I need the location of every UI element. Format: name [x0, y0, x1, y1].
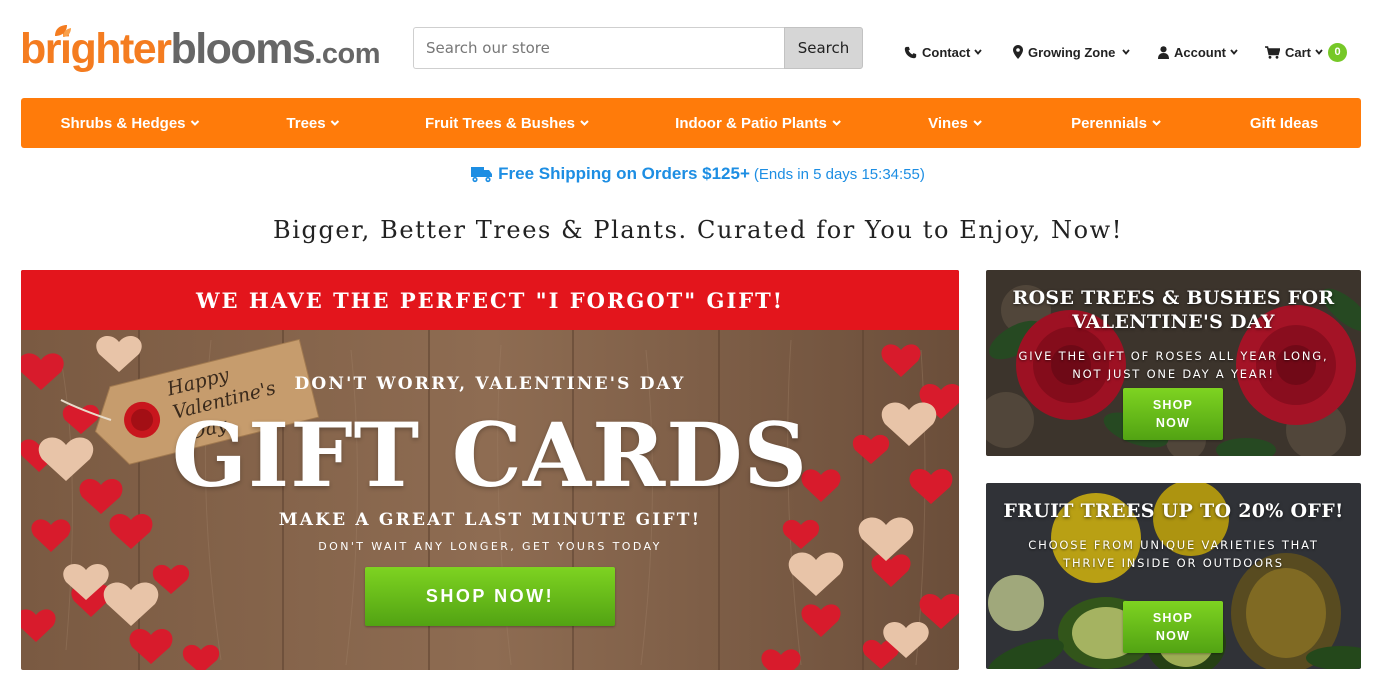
nav-item-label: Trees: [286, 114, 326, 132]
chevron-down-icon: [1230, 49, 1238, 55]
nav-item-vines[interactable]: Vines: [928, 98, 982, 148]
button-line1: SHOP: [1152, 398, 1194, 412]
nav-item-label: Fruit Trees & Bushes: [424, 114, 576, 132]
cart-link[interactable]: Cart 0: [1265, 42, 1348, 62]
chevron-down-icon: [1152, 120, 1161, 126]
roses-text-line2: NOT JUST ONE DAY A YEAR!: [1072, 367, 1275, 381]
button-line1: SHOP: [1152, 611, 1194, 625]
fruit-title: FRUIT TREES UP TO 20% OFF!: [986, 499, 1361, 523]
main-nav: Shrubs & Hedges Trees Fruit Trees & Bush…: [21, 98, 1361, 148]
nav-item-label: Vines: [928, 114, 968, 132]
roses-shop-now-button[interactable]: SHOP NOW: [1123, 388, 1223, 440]
roses-description: GIVE THE GIFT OF ROSES ALL YEAR LONG, NO…: [986, 347, 1361, 383]
fruit-shop-now-button[interactable]: SHOP NOW: [1123, 601, 1223, 653]
chevron-down-icon: [832, 120, 841, 126]
chevron-down-icon: [580, 120, 589, 126]
logo-blooms: blooms: [170, 25, 315, 73]
side-promo-fruit-trees[interactable]: FRUIT TREES UP TO 20% OFF! CHOOSE FROM U…: [986, 483, 1361, 669]
fruit-title-line1: FRUIT TREES UP TO 20% OFF!: [1003, 500, 1344, 522]
logo-wordmark: brighterblooms.com: [20, 24, 392, 79]
nav-item-label: Shrubs & Hedges: [60, 114, 186, 132]
account-label: Account: [1174, 44, 1226, 60]
cart-count-badge: 0: [1328, 42, 1348, 62]
site-logo[interactable]: brighterblooms.com: [20, 24, 392, 74]
hero-small-text: DON'T WAIT ANY LONGER, GET YOURS TODAY: [318, 540, 662, 553]
growing-zone-link[interactable]: Growing Zone: [1013, 42, 1131, 62]
chevron-down-icon: [1315, 49, 1323, 55]
roses-title-line1: ROSE TREES & BUSHES FOR: [1012, 287, 1335, 309]
hero-subheading: DON'T WORRY, VALENTINE'S DAY: [294, 374, 686, 394]
chevron-down-icon: [1122, 49, 1131, 55]
logo-brighter: brighter: [20, 25, 172, 73]
hero-title: GIFT CARDS: [171, 403, 809, 507]
contact-link[interactable]: Contact: [904, 42, 983, 62]
nav-item-shrubs-hedges[interactable]: Shrubs & Hedges: [60, 98, 200, 148]
hero-subheading-2: MAKE A GREAT LAST MINUTE GIFT!: [278, 510, 702, 530]
chevron-down-icon: [973, 120, 982, 126]
roses-text-line1: GIVE THE GIFT OF ROSES ALL YEAR LONG,: [1018, 349, 1329, 363]
search-form: Search: [413, 27, 863, 69]
contact-label: Contact: [922, 44, 971, 60]
chevron-down-icon: [974, 49, 983, 55]
roses-title: ROSE TREES & BUSHES FOR VALENTINE'S DAY: [986, 286, 1361, 334]
nav-item-label: Gift Ideas: [1249, 114, 1319, 132]
leaf-icon: [55, 25, 71, 37]
truck-icon: [471, 166, 493, 183]
button-line2: NOW: [1155, 416, 1191, 430]
user-icon: [1158, 45, 1169, 59]
map-pin-icon: [1013, 45, 1023, 59]
fruit-text-line2: THRIVE INSIDE OR OUTDOORS: [1063, 556, 1284, 570]
fruit-description: CHOOSE FROM UNIQUE VARIETIES THAT THRIVE…: [986, 536, 1361, 572]
search-input[interactable]: [413, 27, 784, 69]
hero-header-text: WE HAVE THE PERFECT "I FORGOT" GIFT!: [195, 287, 785, 313]
nav-item-label: Perennials: [1071, 114, 1147, 132]
fruit-text-line1: CHOOSE FROM UNIQUE VARIETIES THAT: [1028, 538, 1319, 552]
nav-item-indoor-patio-plants[interactable]: Indoor & Patio Plants: [675, 98, 841, 148]
nav-item-label: Indoor & Patio Plants: [675, 114, 827, 132]
nav-item-perennials[interactable]: Perennials: [1071, 98, 1161, 148]
shipping-promo-bar[interactable]: Free Shipping on Orders $125+ (Ends in 5…: [0, 162, 1396, 186]
phone-icon: [904, 46, 917, 59]
search-button[interactable]: Search: [784, 27, 863, 69]
chevron-down-icon: [190, 120, 200, 126]
cart-icon: [1265, 45, 1280, 59]
cart-label: Cart: [1285, 44, 1312, 60]
account-link[interactable]: Account: [1158, 42, 1238, 62]
page-tagline: Bigger, Better Trees & Plants. Curated f…: [272, 216, 1124, 244]
growing-zone-label: Growing Zone: [1028, 44, 1116, 60]
nav-item-fruit-trees-bushes[interactable]: Fruit Trees & Bushes: [425, 98, 589, 148]
hero-shop-now-button[interactable]: SHOP NOW!: [365, 567, 615, 626]
side-promo-roses[interactable]: ROSE TREES & BUSHES FOR VALENTINE'S DAY …: [986, 270, 1361, 456]
promo-headline: Free Shipping on Orders $125+: [498, 164, 750, 183]
logo-dotcom: .com: [314, 38, 381, 70]
hero-banner[interactable]: Happy Valentine's Day WE HAVE THE PERFEC…: [21, 270, 959, 670]
chevron-down-icon: [330, 120, 340, 126]
roses-title-line2: VALENTINE'S DAY: [1072, 311, 1275, 333]
nav-item-gift-ideas[interactable]: Gift Ideas: [1250, 98, 1318, 148]
hero-header-bar: WE HAVE THE PERFECT "I FORGOT" GIFT!: [21, 270, 959, 330]
nav-item-trees[interactable]: Trees: [286, 98, 340, 148]
button-line2: NOW: [1155, 629, 1191, 643]
promo-countdown: (Ends in 5 days 15:34:55): [753, 165, 925, 183]
